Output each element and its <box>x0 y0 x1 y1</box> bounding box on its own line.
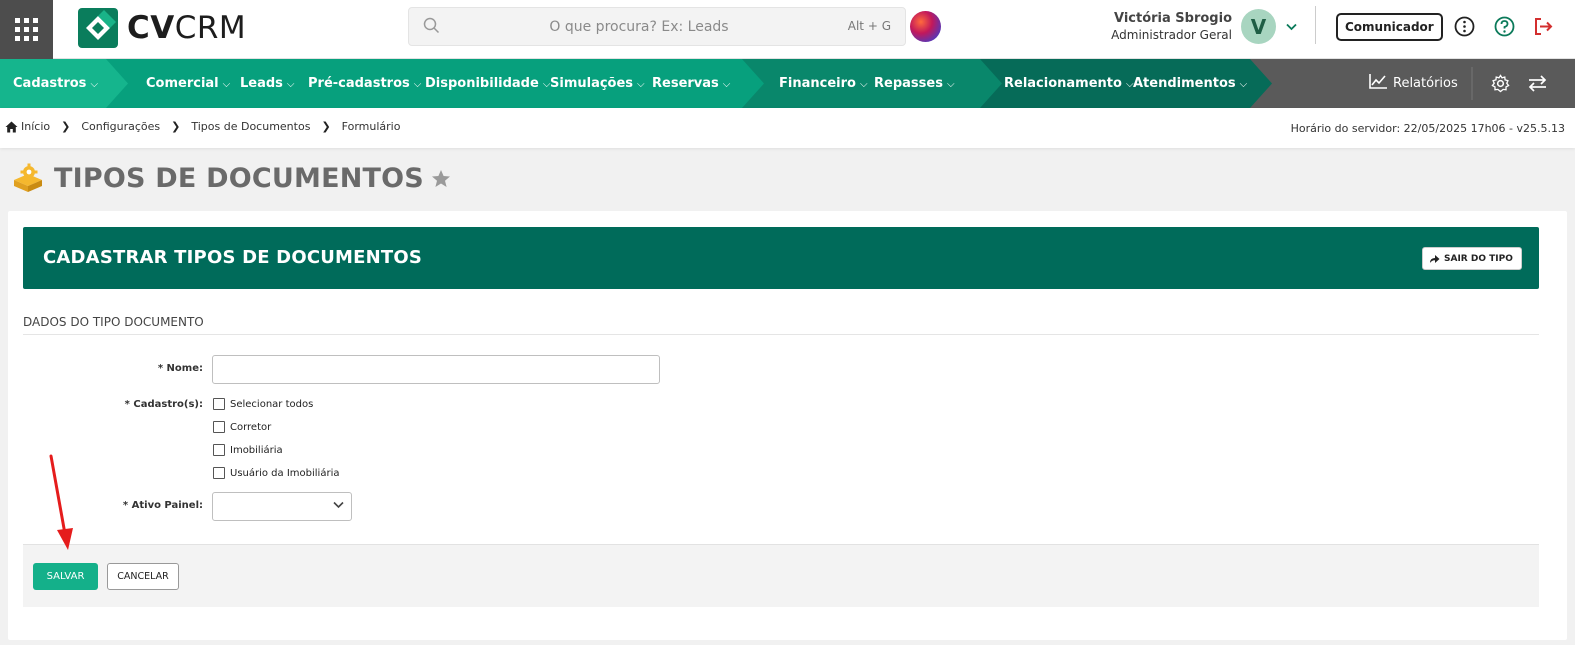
breadcrumb: Início ❯ Configurações ❯ Tipos de Docume… <box>5 120 400 133</box>
top-header: CVCRM Alt + G Victória Sbrogio Administr… <box>0 0 1575 59</box>
logo-mark-icon <box>78 8 118 48</box>
nav-simulacoes[interactable]: Simulações ⌵ <box>550 59 645 108</box>
breadcrumb-item-formulario: Formulário <box>341 120 401 133</box>
gear-icon[interactable] <box>1491 74 1510 93</box>
chevron-right-icon: ❯ <box>171 120 181 133</box>
section-divider <box>23 334 1539 335</box>
logo-text: CVCRM <box>127 10 247 46</box>
user-name: Victória Sbrogio <box>1113 11 1232 26</box>
chevron-down-icon: ⌵ <box>1239 79 1248 90</box>
checkbox-usuario-imobiliaria[interactable]: Usuário da Imobiliária <box>213 467 339 479</box>
form-card-header: CADASTRAR TIPOS DE DOCUMENTOS SAIR DO TI… <box>23 227 1539 289</box>
user-info[interactable]: Victória Sbrogio Administrador Geral <box>1100 10 1232 43</box>
chevron-down-icon: ⌵ <box>722 79 731 90</box>
apps-menu-button[interactable] <box>0 0 53 59</box>
chevron-down-icon: ⌵ <box>637 79 645 90</box>
checkbox[interactable] <box>213 421 225 433</box>
exit-type-button[interactable]: SAIR DO TIPO <box>1422 247 1522 270</box>
nav-repasses[interactable]: Repasses ⌵ <box>874 59 955 108</box>
nav-relatorios[interactable]: Relatórios <box>1369 59 1458 108</box>
page-title-row: TIPOS DE DOCUMENTOS <box>12 160 451 196</box>
chevron-down-icon: ⌵ <box>946 79 955 90</box>
chevron-down-icon[interactable] <box>1286 23 1297 31</box>
breadcrumb-item-tipos[interactable]: Tipos de Documentos <box>191 120 310 133</box>
info-icon[interactable] <box>1454 16 1475 37</box>
checkbox[interactable] <box>213 398 225 410</box>
header-divider <box>1315 6 1316 44</box>
chevron-down-icon: ⌵ <box>413 79 422 90</box>
favorite-star-icon[interactable] <box>431 169 451 188</box>
share-arrow-icon <box>1430 254 1440 263</box>
name-input[interactable] <box>212 355 660 384</box>
swap-arrows-icon[interactable] <box>1528 75 1547 92</box>
home-icon[interactable] <box>5 121 18 133</box>
checkbox-corretor[interactable]: Corretor <box>213 421 271 433</box>
form-title: CADASTRAR TIPOS DE DOCUMENTOS <box>43 247 423 268</box>
nav-leads[interactable]: Leads ⌵ <box>240 59 295 108</box>
nav-atendimentos[interactable]: Atendimentos ⌵ <box>1133 59 1247 108</box>
page-title: TIPOS DE DOCUMENTOS <box>54 162 424 194</box>
name-label: * Nome: <box>157 363 203 374</box>
ativo-painel-select[interactable] <box>212 492 352 521</box>
logout-icon[interactable] <box>1533 16 1554 37</box>
chart-line-icon <box>1369 74 1387 89</box>
chevron-down-icon: ⌵ <box>859 79 868 90</box>
checkbox[interactable] <box>213 467 225 479</box>
section-title: DADOS DO TIPO DOCUMENTO <box>23 315 204 329</box>
nav-reservas[interactable]: Reservas ⌵ <box>652 59 730 108</box>
nav-cadastros[interactable]: Cadastros ⌵ <box>13 59 98 108</box>
gear-box-icon <box>14 163 42 192</box>
chevron-down-icon <box>333 501 344 509</box>
checkbox-select-all[interactable]: Selecionar todos <box>213 398 313 410</box>
nav-pre-cadastros[interactable]: Pré-cadastros ⌵ <box>308 59 421 108</box>
logo[interactable]: CVCRM <box>78 8 246 48</box>
annotation-arrow-icon <box>49 454 73 550</box>
breadcrumb-item-configuracoes[interactable]: Configurações <box>81 120 160 133</box>
main-nav: Cadastros ⌵ Comercial ⌵ Leads ⌵ Pré-cadastr… <box>0 59 1575 108</box>
global-search: Alt + G <box>408 7 906 46</box>
cadastros-label: * Cadastro(s): <box>124 399 203 410</box>
breadcrumb-bar: Início ❯ Configurações ❯ Tipos de Docume… <box>0 108 1575 148</box>
chevron-down-icon: ⌵ <box>90 79 99 90</box>
nav-relacionamento[interactable]: Relacionamento ⌵ <box>1004 59 1134 108</box>
cancel-button[interactable]: CANCELAR <box>107 563 179 590</box>
search-icon <box>423 17 440 34</box>
chevron-down-icon: ⌵ <box>286 79 295 90</box>
search-shortcut: Alt + G <box>847 19 891 33</box>
help-icon[interactable] <box>1494 16 1515 37</box>
search-input[interactable] <box>449 8 829 45</box>
checkbox-imobiliaria[interactable]: Imobiliária <box>213 444 283 456</box>
save-button[interactable]: SALVAR <box>33 563 98 590</box>
chevron-down-icon: ⌵ <box>222 79 231 90</box>
checkbox[interactable] <box>213 444 225 456</box>
assistant-orb-icon[interactable] <box>910 11 941 42</box>
server-time: Horário do servidor: 22/05/2025 17h06 - … <box>1290 122 1565 135</box>
nav-financeiro[interactable]: Financeiro ⌵ <box>779 59 868 108</box>
breadcrumb-item-inicio[interactable]: Início <box>21 120 50 133</box>
apps-grid-icon <box>15 18 38 41</box>
user-role: Administrador Geral <box>1111 28 1232 42</box>
nav-disponibilidade[interactable]: Disponibilidade ⌵ <box>425 59 550 108</box>
form-actions: SALVAR CANCELAR <box>23 544 1539 607</box>
avatar[interactable]: V <box>1241 9 1276 44</box>
chevron-right-icon: ❯ <box>321 120 331 133</box>
form-card: CADASTRAR TIPOS DE DOCUMENTOS SAIR DO TI… <box>8 211 1567 640</box>
nav-comercial[interactable]: Comercial ⌵ <box>146 59 230 108</box>
chevron-right-icon: ❯ <box>61 120 71 133</box>
comunicador-button[interactable]: Comunicador <box>1336 13 1443 41</box>
